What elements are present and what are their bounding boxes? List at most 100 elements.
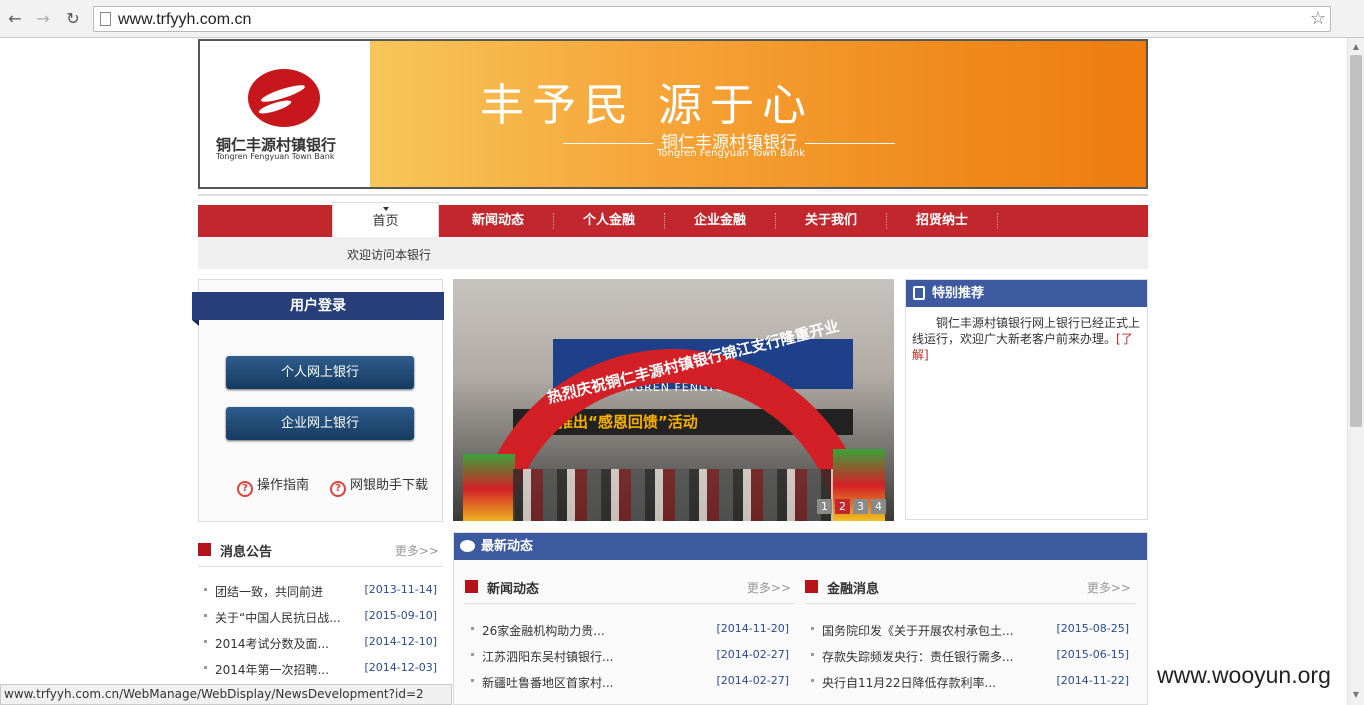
finance-more-link[interactable]: 更多>> <box>1087 579 1131 596</box>
bookmark-star-icon[interactable]: ☆ <box>1310 8 1326 29</box>
nav-corporate-finance[interactable]: 企业金融 <box>665 205 775 237</box>
slogan: 丰予民 源于心 <box>480 80 814 131</box>
help-icon: ? <box>330 481 346 497</box>
slide-page-4[interactable]: 4 <box>871 499 886 514</box>
latest-title: 最新动态 <box>481 539 534 554</box>
finance-title: 金融消息 <box>827 582 880 597</box>
news-header: 新闻动态 更多>> <box>465 574 795 604</box>
bank-logo[interactable]: 铜仁丰源村镇银行 Tongren Fengyuan Town Bank <box>200 41 370 187</box>
notice-item-date: [2014-12-10] <box>364 635 437 648</box>
notice-item-title[interactable]: 关于“中国人民抗日战... <box>215 609 341 626</box>
page-icon <box>100 12 111 26</box>
download-link[interactable]: ? 网银助手下载 <box>330 474 428 497</box>
recommend-title: 特别推荐 <box>932 286 985 301</box>
back-arrow-icon[interactable]: ← <box>5 9 25 29</box>
scroll-thumb[interactable] <box>1350 55 1362 427</box>
bullet <box>204 588 207 591</box>
notice-panel: 消息公告 更多>> 团结一致，共同前进 [2013-11-14] 关于“中国人民抗… <box>198 537 443 687</box>
scroll-down-icon[interactable]: ▼ <box>1351 690 1361 699</box>
list-item[interactable]: 团结一致，共同前进 [2013-11-14] <box>198 581 443 601</box>
notice-header: 消息公告 更多>> <box>198 537 443 567</box>
watermark: www.wooyun.org <box>1157 662 1331 688</box>
guide-link-label: 操作指南 <box>257 478 310 493</box>
finance-item-date: [2014-11-22] <box>1056 674 1129 687</box>
news-item-date: [2014-02-27] <box>716 674 789 687</box>
finance-item-date: [2015-08-25] <box>1056 622 1129 635</box>
list-item[interactable]: 关于“中国人民抗日战... [2015-09-10] <box>198 607 443 627</box>
slide-page-2[interactable]: 2 <box>835 499 850 514</box>
news-item-date: [2014-11-20] <box>716 622 789 635</box>
slide-pager: 1234 <box>814 499 886 514</box>
notice-item-date: [2015-09-10] <box>364 609 437 622</box>
list-item[interactable]: 新疆吐鲁番地区首家村... [2014-02-27] <box>465 672 795 692</box>
list-item[interactable]: 江苏泗阳东吴村镇银行... [2014-02-27] <box>465 646 795 666</box>
bullet <box>811 679 814 682</box>
latest-updates-panel: 最新动态 新闻动态 更多>> 26家金融机构助力贵... [2014-11-20]… <box>453 532 1148 705</box>
news-item-title[interactable]: 江苏泗阳东吴村镇银行... <box>482 648 613 665</box>
bullet <box>811 627 814 630</box>
sub-nav: 欢迎访问本银行 <box>198 237 1148 269</box>
section-marker <box>465 580 478 593</box>
bullet <box>204 640 207 643</box>
list-item[interactable]: 26家金融机构助力贵... [2014-11-20] <box>465 620 795 640</box>
slogan-english: Tongren Fengyuan Town Bank <box>657 148 806 159</box>
help-icon: ? <box>237 481 253 497</box>
address-url[interactable]: www.trfyyh.com.cn <box>118 11 251 29</box>
divider <box>198 194 1148 196</box>
list-item[interactable]: 国务院印发《关于开展农村承包土... [2015-08-25] <box>805 620 1135 640</box>
personal-ebank-button[interactable]: 个人网上银行 <box>226 356 414 389</box>
nav-news[interactable]: 新闻动态 <box>443 205 553 237</box>
guide-link[interactable]: ? 操作指南 <box>237 474 309 497</box>
nav-about-us[interactable]: 关于我们 <box>776 205 886 237</box>
notice-more-link[interactable]: 更多>> <box>395 542 439 559</box>
arch-pillar-left <box>463 454 515 521</box>
site-banner: 铜仁丰源村镇银行 Tongren Fengyuan Town Bank 丰予民 … <box>198 39 1148 189</box>
chat-bubble-icon <box>460 540 475 552</box>
list-item[interactable]: 2014年第一次招聘... [2014-12-03] <box>198 659 443 679</box>
list-item[interactable]: 央行自11月22日降低存款利率... [2014-11-22] <box>805 672 1135 692</box>
news-more-link[interactable]: 更多>> <box>747 579 791 596</box>
browser-toolbar: ← → ↻ www.trfyyh.com.cn ☆ <box>0 0 1364 38</box>
notice-item-date: [2014-12-03] <box>364 661 437 674</box>
bullet <box>471 653 474 656</box>
news-item-title[interactable]: 26家金融机构助力贵... <box>482 622 605 639</box>
slide-page-3[interactable]: 3 <box>853 499 868 514</box>
forward-arrow-icon[interactable]: → <box>33 9 53 29</box>
notice-item-title[interactable]: 2014年第一次招聘... <box>215 661 329 678</box>
latest-header: 最新动态 <box>454 533 1147 560</box>
main-nav: 首页 新闻动态 个人金融 企业金融 关于我们 招贤纳士 <box>198 202 1148 237</box>
news-title: 新闻动态 <box>487 582 540 597</box>
download-link-label: 网银助手下载 <box>350 478 429 493</box>
finance-item-title[interactable]: 存款失踪频发央行：责任银行需多... <box>822 648 1013 665</box>
notice-title: 消息公告 <box>220 545 273 560</box>
slogan-banner: 丰予民 源于心 铜仁丰源村镇银行 Tongren Fengyuan Town B… <box>370 41 1146 187</box>
nav-careers[interactable]: 招贤纳士 <box>887 205 997 237</box>
reload-icon[interactable]: ↻ <box>63 9 83 29</box>
news-item-title[interactable]: 新疆吐鲁番地区首家村... <box>482 674 613 691</box>
bullet <box>204 666 207 669</box>
vertical-scrollbar[interactable]: ▲ ▼ <box>1347 38 1364 705</box>
finance-item-date: [2015-06-15] <box>1056 648 1129 661</box>
news-item-date: [2014-02-27] <box>716 648 789 661</box>
thumbs-up-icon <box>913 286 925 300</box>
recommend-body: 铜仁丰源村镇银行网上银行已经正式上线运行，欢迎广大新老客户前来办理。[了解] <box>912 315 1142 363</box>
recommend-header: 特别推荐 <box>906 280 1147 307</box>
nav-home[interactable]: 首页 <box>332 202 439 237</box>
recommend-text: 铜仁丰源村镇银行网上银行已经正式上线运行，欢迎广大新老客户前来办理。 <box>912 316 1141 346</box>
finance-item-title[interactable]: 国务院印发《关于开展农村承包土... <box>822 622 1013 639</box>
finance-item-title[interactable]: 央行自11月22日降低存款利率... <box>822 674 996 691</box>
section-marker <box>198 543 211 556</box>
photo-slideshow[interactable]: TONGREN FENGYUAN NK 特推出“感恩回馈”活动 热烈庆祝铜仁丰源… <box>453 279 894 521</box>
corporate-ebank-button[interactable]: 企业网上银行 <box>226 407 414 440</box>
list-item[interactable]: 存款失踪频发央行：责任银行需多... [2015-06-15] <box>805 646 1135 666</box>
bullet <box>471 679 474 682</box>
scroll-up-icon[interactable]: ▲ <box>1351 42 1361 51</box>
bullet <box>811 653 814 656</box>
bullet <box>204 614 207 617</box>
address-bar[interactable]: www.trfyyh.com.cn ☆ <box>93 6 1331 32</box>
slide-page-1[interactable]: 1 <box>817 499 832 514</box>
notice-item-title[interactable]: 团结一致，共同前进 <box>215 583 323 600</box>
notice-item-title[interactable]: 2014考试分数及面... <box>215 635 329 652</box>
list-item[interactable]: 2014考试分数及面... [2014-12-10] <box>198 633 443 653</box>
nav-personal-finance[interactable]: 个人金融 <box>554 205 664 237</box>
